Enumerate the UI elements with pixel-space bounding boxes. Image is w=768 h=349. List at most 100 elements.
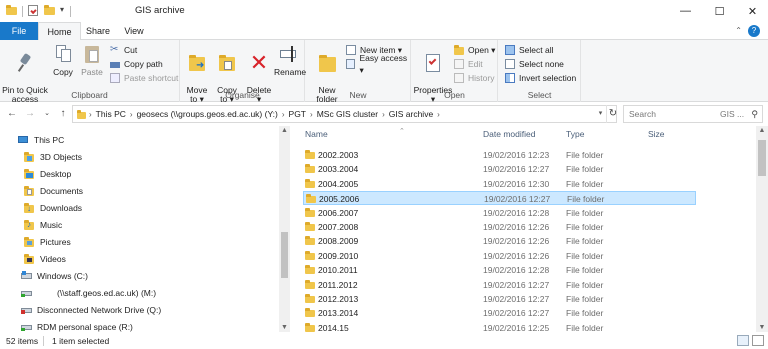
chevron-right-icon[interactable]: › <box>310 110 313 119</box>
table-row[interactable]: 2007.2008 19/02/2016 12:26 File folder <box>303 220 696 234</box>
nav-item-staff-m[interactable]: (\\staff.geos.ed.ac.uk) (M:) <box>21 285 156 301</box>
back-button[interactable]: ← <box>5 107 19 121</box>
table-row[interactable]: 2005.2006 19/02/2016 12:27 File folder <box>303 191 696 206</box>
invert-selection-button[interactable]: Invert selection <box>505 72 576 84</box>
table-row[interactable]: 2012.2013 19/02/2016 12:27 File folder <box>303 292 696 306</box>
chevron-right-icon[interactable]: › <box>382 110 385 119</box>
edit-button[interactable]: Edit <box>454 58 483 70</box>
desktop-icon <box>24 169 35 179</box>
column-header-size[interactable]: Size <box>648 126 665 143</box>
address-bar[interactable]: › This PC › geosecs (\\groups.geos.ed.ac… <box>72 105 617 123</box>
maximize-button[interactable]: ☐ <box>703 0 736 22</box>
recent-locations-button[interactable]: ⌄ <box>40 107 54 121</box>
column-header-type[interactable]: Type <box>566 126 584 143</box>
move-to-icon: ➜ <box>187 52 207 74</box>
chevron-right-icon[interactable]: › <box>437 110 440 119</box>
copy-button[interactable]: Copy <box>50 43 76 77</box>
nav-label: Desktop <box>40 169 72 179</box>
select-none-button[interactable]: Select none <box>505 58 564 70</box>
scroll-up-icon[interactable]: ▲ <box>756 127 768 134</box>
nav-item-disconnected-q[interactable]: Disconnected Network Drive (Q:) <box>21 302 161 318</box>
file-name: 2009.2010 <box>318 250 359 261</box>
scroll-down-icon[interactable]: ▼ <box>756 324 768 331</box>
large-icons-view-button[interactable] <box>752 335 764 346</box>
scroll-thumb[interactable] <box>758 140 766 176</box>
pictures-icon <box>24 237 35 247</box>
scissors-icon: ✂ <box>110 44 119 55</box>
chevron-right-icon[interactable]: › <box>282 110 285 119</box>
nav-item-videos[interactable]: Videos <box>24 251 66 267</box>
easy-access-button[interactable]: Easy access ▾ <box>346 53 410 75</box>
new-folder-quick-icon[interactable] <box>44 5 55 15</box>
breadcrumb-this-pc[interactable]: This PC <box>96 109 126 119</box>
minimize-button[interactable]: — <box>669 0 702 22</box>
nav-item-pictures[interactable]: Pictures <box>24 234 71 250</box>
scroll-thumb[interactable] <box>281 232 288 278</box>
select-all-button[interactable]: Select all <box>505 44 554 56</box>
nav-item-music[interactable]: ♪ Music <box>24 217 62 233</box>
chevron-right-icon[interactable]: › <box>130 110 133 119</box>
table-row[interactable]: 2013.2014 19/02/2016 12:27 File folder <box>303 306 696 320</box>
table-row[interactable]: 2008.2009 19/02/2016 12:26 File folder <box>303 234 696 248</box>
folder-icon <box>305 222 315 231</box>
organise-group-label: Organise <box>225 90 260 100</box>
open-button[interactable]: Open ▾ <box>454 44 495 56</box>
table-row[interactable]: 2004.2005 19/02/2016 12:30 File folder <box>303 177 696 191</box>
date-modified: 19/02/2016 12:28 <box>483 265 550 276</box>
paste-shortcut-icon <box>110 73 120 83</box>
copy-path-button[interactable]: Copy path <box>110 58 163 70</box>
breadcrumb-pgt[interactable]: PGT <box>289 109 306 119</box>
paste-shortcut-button[interactable]: Paste shortcut <box>110 72 178 84</box>
nav-item-windows-c[interactable]: Windows (C:) <box>21 268 88 284</box>
breadcrumb-gis-archive[interactable]: GIS archive <box>389 109 433 119</box>
rename-button[interactable]: Rename <box>274 43 306 77</box>
forward-button[interactable]: → <box>23 107 37 121</box>
sort-ascending-icon: ⌃ <box>399 128 405 135</box>
search-icon[interactable]: ⚲ <box>751 106 758 122</box>
column-header-name[interactable]: Name ⌃ <box>305 126 405 143</box>
column-header-date-modified[interactable]: Date modified <box>483 126 535 143</box>
date-modified: 19/02/2016 12:27 <box>483 164 550 175</box>
history-button[interactable]: History <box>454 72 494 84</box>
tab-home[interactable]: Home <box>38 22 81 41</box>
table-row[interactable]: 2011.2012 19/02/2016 12:27 File folder <box>303 278 696 292</box>
navigation-scrollbar[interactable]: ▲ ▼ <box>279 126 290 332</box>
table-row[interactable]: 2003.2004 19/02/2016 12:27 File folder <box>303 162 696 176</box>
properties-quick-icon[interactable] <box>28 5 38 16</box>
table-row[interactable]: 2010.2011 19/02/2016 12:28 File folder <box>303 263 696 277</box>
drive-icon <box>21 271 32 281</box>
cut-button[interactable]: ✂ Cut <box>110 44 137 56</box>
close-button[interactable]: ✕ <box>736 0 768 22</box>
file-list-scrollbar[interactable]: ▲ ▼ <box>756 126 768 332</box>
search-input[interactable]: Search GIS ... ⚲ <box>623 105 763 123</box>
breadcrumb-msc-gis-cluster[interactable]: MSc GIS cluster <box>317 109 378 119</box>
new-item-icon <box>346 45 356 55</box>
table-row[interactable]: 2006.2007 19/02/2016 12:28 File folder <box>303 206 696 220</box>
table-row[interactable]: 2009.2010 19/02/2016 12:26 File folder <box>303 249 696 263</box>
nav-item-downloads[interactable]: ↓ Downloads <box>24 200 82 216</box>
invert-selection-label: Invert selection <box>519 73 577 83</box>
refresh-icon[interactable]: ↻ <box>606 105 619 123</box>
collapse-ribbon-icon[interactable]: ⌃ <box>735 26 742 35</box>
open-label: Open ▾ <box>468 45 496 55</box>
scroll-down-icon[interactable]: ▼ <box>279 324 290 331</box>
paste-button[interactable]: Paste <box>78 43 106 77</box>
tab-view[interactable]: View <box>118 22 150 40</box>
help-icon[interactable]: ? <box>748 25 760 37</box>
nav-item-3d-objects[interactable]: 3D Objects <box>24 149 82 165</box>
details-view-button[interactable] <box>737 335 749 346</box>
table-row[interactable]: 2002.2003 19/02/2016 12:23 File folder <box>303 148 696 162</box>
nav-item-desktop[interactable]: Desktop <box>24 166 71 182</box>
nav-item-documents[interactable]: Documents <box>24 183 83 199</box>
file-name: 2003.2004 <box>318 164 359 175</box>
copy-icon <box>53 43 73 65</box>
tab-share[interactable]: Share <box>82 22 114 40</box>
file-name: 2013.2014 <box>318 308 359 319</box>
breadcrumb-geosecs[interactable]: geosecs (\\groups.geos.ed.ac.uk) (Y:) <box>137 109 278 119</box>
address-dropdown-icon[interactable]: ▾ <box>595 105 606 123</box>
tab-file[interactable]: File <box>0 22 38 40</box>
nav-item-this-pc[interactable]: This PC <box>18 132 64 148</box>
up-button[interactable]: ↑ <box>56 107 70 121</box>
quick-access-dropdown-icon[interactable]: ▾ <box>60 5 64 14</box>
scroll-up-icon[interactable]: ▲ <box>279 127 290 134</box>
